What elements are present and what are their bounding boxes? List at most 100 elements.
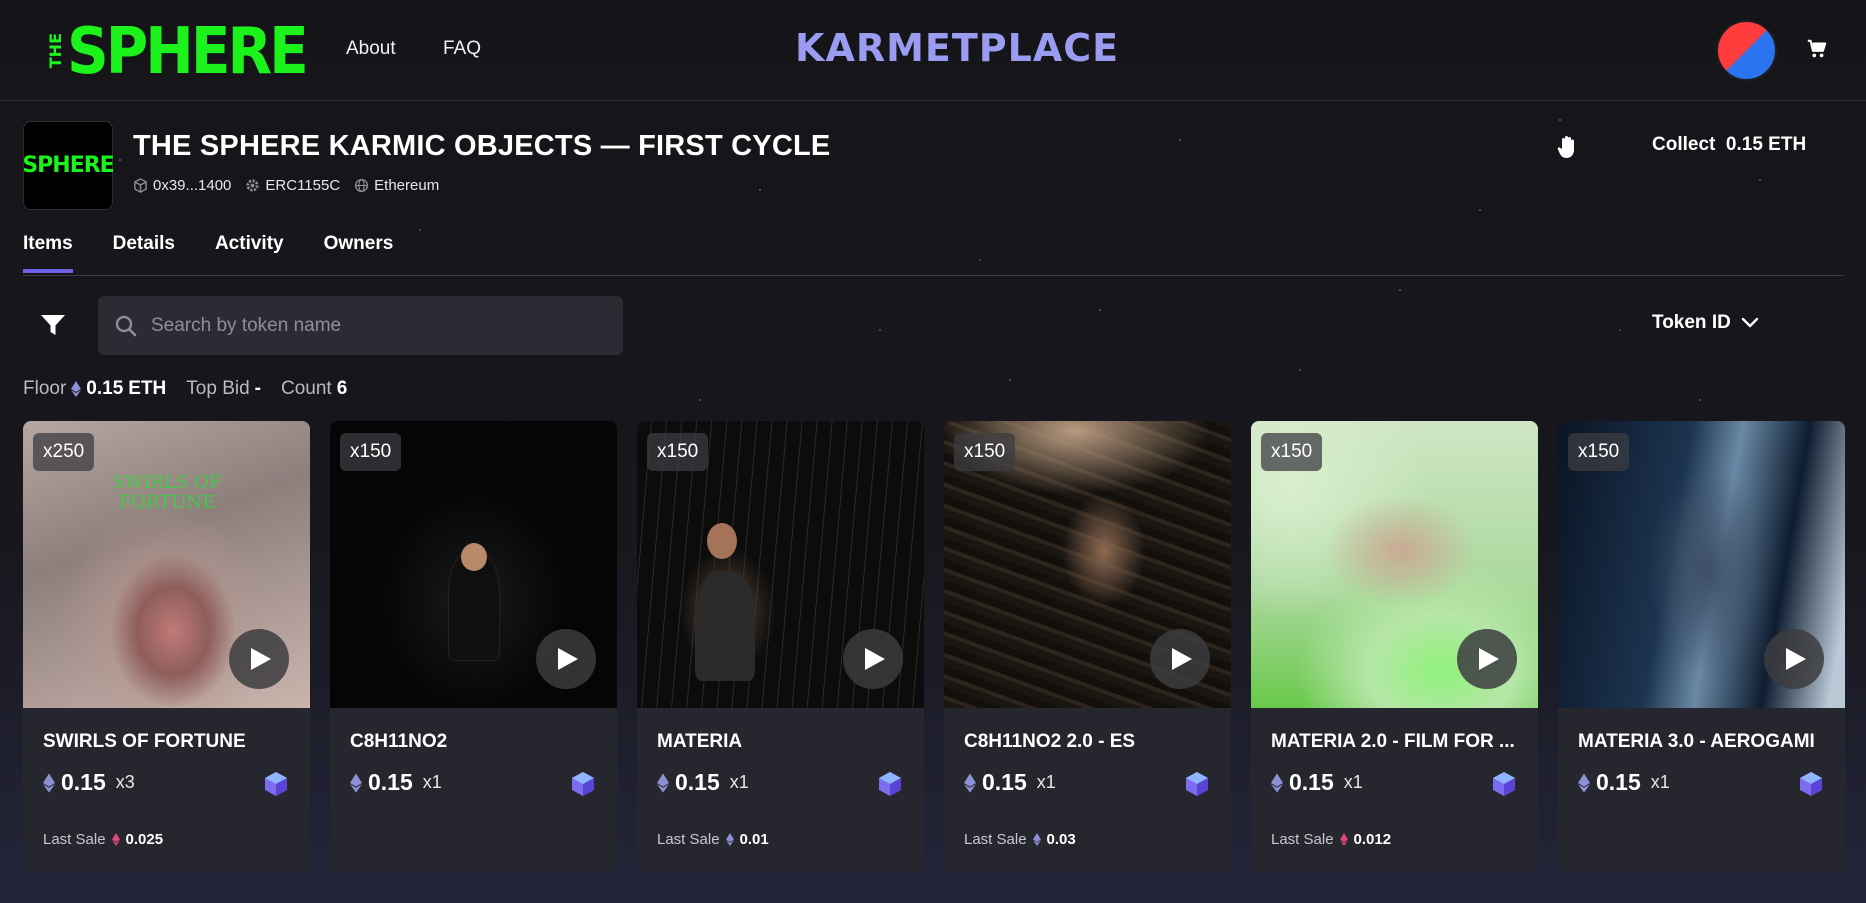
item-price-value: 0.15 [675,769,720,795]
play-icon [1786,648,1806,670]
play-button[interactable] [1150,629,1210,689]
collect-label: Collect [1652,134,1716,155]
item-card[interactable]: x150 C8H11NO2 2.0 - ES 0.15 x1 Last Sale… [944,421,1231,873]
item-quantity: x1 [1036,772,1056,792]
item-title: C8H11NO2 2.0 - ES [964,731,1136,752]
top-bid-value: - [254,378,261,399]
tab-owners[interactable]: Owners [324,233,394,273]
item-media[interactable]: x150 [1251,421,1538,708]
edition-badge: x250 [33,433,95,471]
item-media[interactable]: x150 [1558,421,1845,708]
count-value: 6 [336,378,348,399]
contract-address[interactable]: 0x39...1400 [133,177,231,194]
play-button[interactable] [536,629,596,689]
last-sale: Last Sale 0.025 [43,831,163,848]
item-price: 0.15 x1 [350,769,442,796]
play-icon [1172,648,1192,670]
collection-thumbnail-text: SPHERE [22,153,114,178]
site-logo[interactable]: THE SPHERE [46,14,309,88]
collection-title: THE SPHERE KARMIC OBJECTS — FIRST CYCLE [133,130,831,162]
eth-icon [1271,772,1283,793]
item-price-value: 0.15 [1289,769,1334,795]
filter-icon[interactable] [40,314,66,336]
item-quantity: x1 [1343,772,1363,792]
floor-label: Floor [23,378,67,399]
chain-logo-icon [1800,772,1822,796]
brand-title[interactable]: KARMETPLACE [795,26,1119,70]
chain-logo-icon [1186,772,1208,796]
chain-logo-icon [265,772,287,796]
item-media[interactable]: x150 [330,421,617,708]
sort-dropdown[interactable]: Token ID [1652,312,1759,334]
item-card[interactable]: x150 MATERIA 0.15 x1 Last Sale 0.01 [637,421,924,873]
nav-faq-link[interactable]: FAQ [443,38,481,60]
tab-items[interactable]: Items [23,233,73,273]
item-price: 0.15 x1 [964,769,1056,796]
play-icon [558,648,578,670]
item-price-value: 0.15 [368,769,413,795]
top-bid-label: Top Bid [186,378,250,399]
eth-icon [1339,833,1348,846]
item-price: 0.15 x1 [1271,769,1363,796]
last-sale-label: Last Sale [43,831,106,848]
last-sale-value: 0.025 [125,831,164,848]
eth-icon [1578,772,1590,793]
eth-icon [964,772,976,793]
tab-details[interactable]: Details [113,233,175,273]
artwork-title-text: SWIRLS OF FORTUNE [112,472,222,513]
last-sale-value: 0.012 [1353,831,1392,848]
collection-tabs: Items Details Activity Owners [23,233,393,273]
play-button[interactable] [229,629,289,689]
search-icon [115,315,137,336]
nav-about-link[interactable]: About [346,38,396,60]
item-quantity: x1 [422,772,442,792]
item-price-value: 0.15 [61,769,106,795]
edition-badge: x150 [1568,433,1630,471]
collection-stats: Floor 0.15 ETH Top Bid - Count 6 [23,378,367,400]
last-sale-value: 0.01 [739,831,769,848]
user-avatar[interactable] [1718,22,1775,79]
sort-label: Token ID [1652,312,1731,333]
item-media[interactable]: x150 [944,421,1231,708]
item-card[interactable]: SWIRLS OF FORTUNE x250 SWIRLS OF FORTUNE… [23,421,310,873]
item-price-value: 0.15 [1596,769,1641,795]
top-navbar: THE SPHERE About FAQ KARMETPLACE [0,0,1866,101]
tab-activity[interactable]: Activity [215,233,284,273]
play-icon [1479,648,1499,670]
item-card[interactable]: x150 MATERIA 3.0 - AEROGAMI 0.15 x1 [1558,421,1845,873]
item-title: MATERIA 3.0 - AEROGAMI [1578,731,1815,752]
chain-logo-icon [879,772,901,796]
edition-badge: x150 [647,433,709,471]
play-button[interactable] [1764,629,1824,689]
page: THE SPHERE About FAQ KARMETPLACE SPHERE … [0,0,1866,903]
collect-price: 0.15 ETH [1725,134,1807,155]
cube-icon [134,178,147,193]
globe-icon [355,178,369,193]
token-standard-text: ERC1155C [265,177,341,194]
cart-icon[interactable] [1806,38,1828,60]
last-sale: Last Sale 0.01 [657,831,769,848]
eth-icon [350,772,362,793]
count-label: Count [280,378,332,399]
item-card[interactable]: x150 MATERIA 2.0 - FILM FOR ... 0.15 x1 … [1251,421,1538,873]
item-price: 0.15 x3 [43,769,135,796]
item-card[interactable]: x150 C8H11NO2 0.15 x1 [330,421,617,873]
contract-address-text: 0x39...1400 [153,177,232,194]
item-media[interactable]: SWIRLS OF FORTUNE x250 [23,421,310,708]
item-media[interactable]: x150 [637,421,924,708]
edition-badge: x150 [954,433,1016,471]
search-input[interactable] [151,314,611,337]
collect-button[interactable]: Collect 0.15 ETH [1652,134,1806,156]
play-button[interactable] [843,629,903,689]
tabs-divider [23,275,1844,276]
last-sale: Last Sale 0.03 [964,831,1076,848]
edition-badge: x150 [340,433,402,471]
item-title: SWIRLS OF FORTUNE [43,731,246,752]
item-quantity: x3 [115,772,135,792]
top-bid-stat: Top Bid - [186,378,261,400]
floor-unit: ETH [128,378,167,399]
hand-icon[interactable] [1555,134,1579,160]
collection-meta: 0x39...1400 ERC1155C Ethereum [133,177,439,194]
item-price-value: 0.15 [982,769,1027,795]
play-button[interactable] [1457,629,1517,689]
